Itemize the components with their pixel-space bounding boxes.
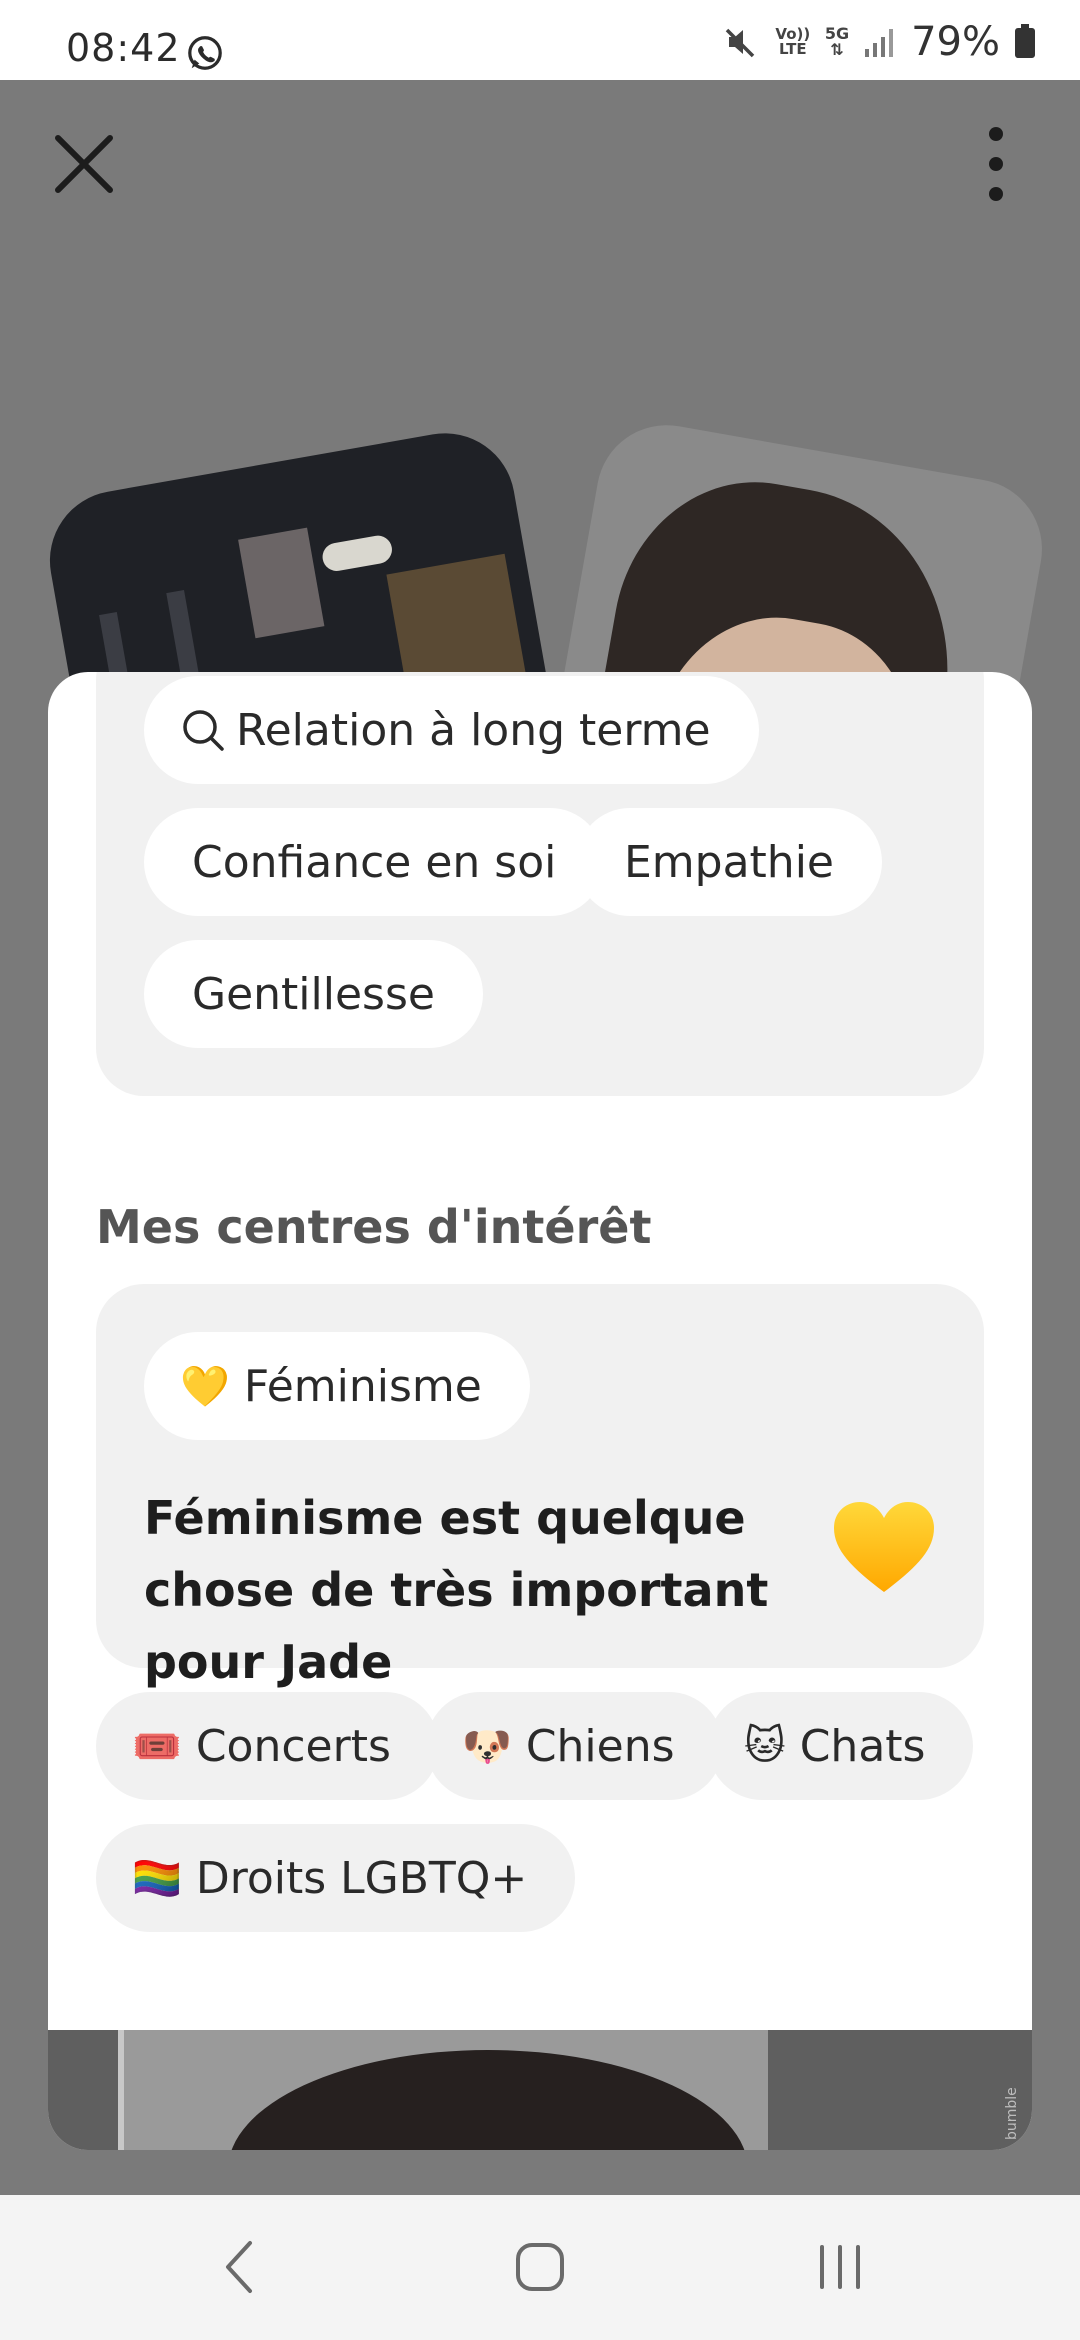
status-icons: Vo)) LTE 5G ⇅ 79% [721, 19, 1036, 65]
dog-icon: 🐶 [462, 1723, 512, 1770]
more-vertical-icon[interactable] [976, 122, 1016, 206]
profile-details-sheet[interactable]: Relation à long terme Confiance en soi E… [48, 672, 1032, 2150]
blurred-face [238, 527, 325, 639]
bumble-watermark: bumble [1004, 2087, 1020, 2140]
chip-label: Droits LGBTQ+ [195, 1852, 528, 1904]
ticket-icon: 🎟️ [132, 1723, 182, 1770]
recents-icon[interactable] [800, 2235, 880, 2299]
chip-label: Chats [799, 1720, 926, 1772]
yellow-heart-icon [834, 1502, 934, 1592]
chip-label: Concerts [195, 1720, 391, 1772]
chip-label: Relation à long terme [236, 704, 711, 756]
data-arrows-icon: ⇅ [830, 40, 844, 59]
chip-quality: Confiance en soi [144, 808, 605, 916]
battery-percent: 79% [911, 19, 1000, 65]
cat-icon: 🐱 [744, 1723, 786, 1769]
chip-interest: 🐱 Chats [708, 1692, 974, 1800]
chip-label: Gentillesse [192, 968, 435, 1020]
back-icon[interactable] [200, 2235, 280, 2299]
featured-interest-statement: Féminisme est quelque chose de très impo… [144, 1491, 769, 1689]
chip-label: Féminisme [243, 1360, 482, 1412]
system-nav-bar [0, 2195, 1080, 2340]
chip-label: Confiance en soi [192, 836, 557, 888]
status-time: 08:42 [66, 26, 181, 70]
chip-interest: 🎟️ Concerts [96, 1692, 439, 1800]
rainbow-flag-icon: 🏳️‍🌈 [132, 1855, 182, 1902]
mute-icon [725, 28, 755, 58]
search-icon [183, 710, 224, 751]
volte-label: Vo)) LTE [775, 25, 811, 58]
network-5g: 5G ⇅ [825, 26, 849, 58]
chip-quality: Empathie [576, 808, 882, 916]
status-bar: 08:42 Vo)) LTE 5G ⇅ 79% [0, 0, 1080, 80]
yellow-heart-icon: 💛 [180, 1363, 230, 1410]
chip-interest: 🏳️‍🌈 Droits LGBTQ+ [96, 1824, 576, 1932]
chip-label: Chiens [525, 1720, 675, 1772]
chip-relationship-goal: Relation à long terme [144, 676, 759, 784]
chip-quality: Gentillesse [144, 940, 483, 1048]
whatsapp-icon [188, 36, 222, 70]
signal-icon [865, 29, 894, 57]
battery-icon [1015, 24, 1035, 58]
chip-featured-interest: 💛 Féminisme [144, 1332, 530, 1440]
interests-title: Mes centres d'intérêt [96, 1200, 652, 1254]
chip-label: Empathie [624, 836, 834, 888]
home-icon[interactable] [500, 2235, 580, 2299]
chip-interest: 🐶 Chiens [426, 1692, 723, 1800]
photo-detail [320, 533, 395, 574]
profile-photo-next[interactable]: bumble [48, 2030, 1032, 2150]
close-icon[interactable] [48, 128, 120, 200]
